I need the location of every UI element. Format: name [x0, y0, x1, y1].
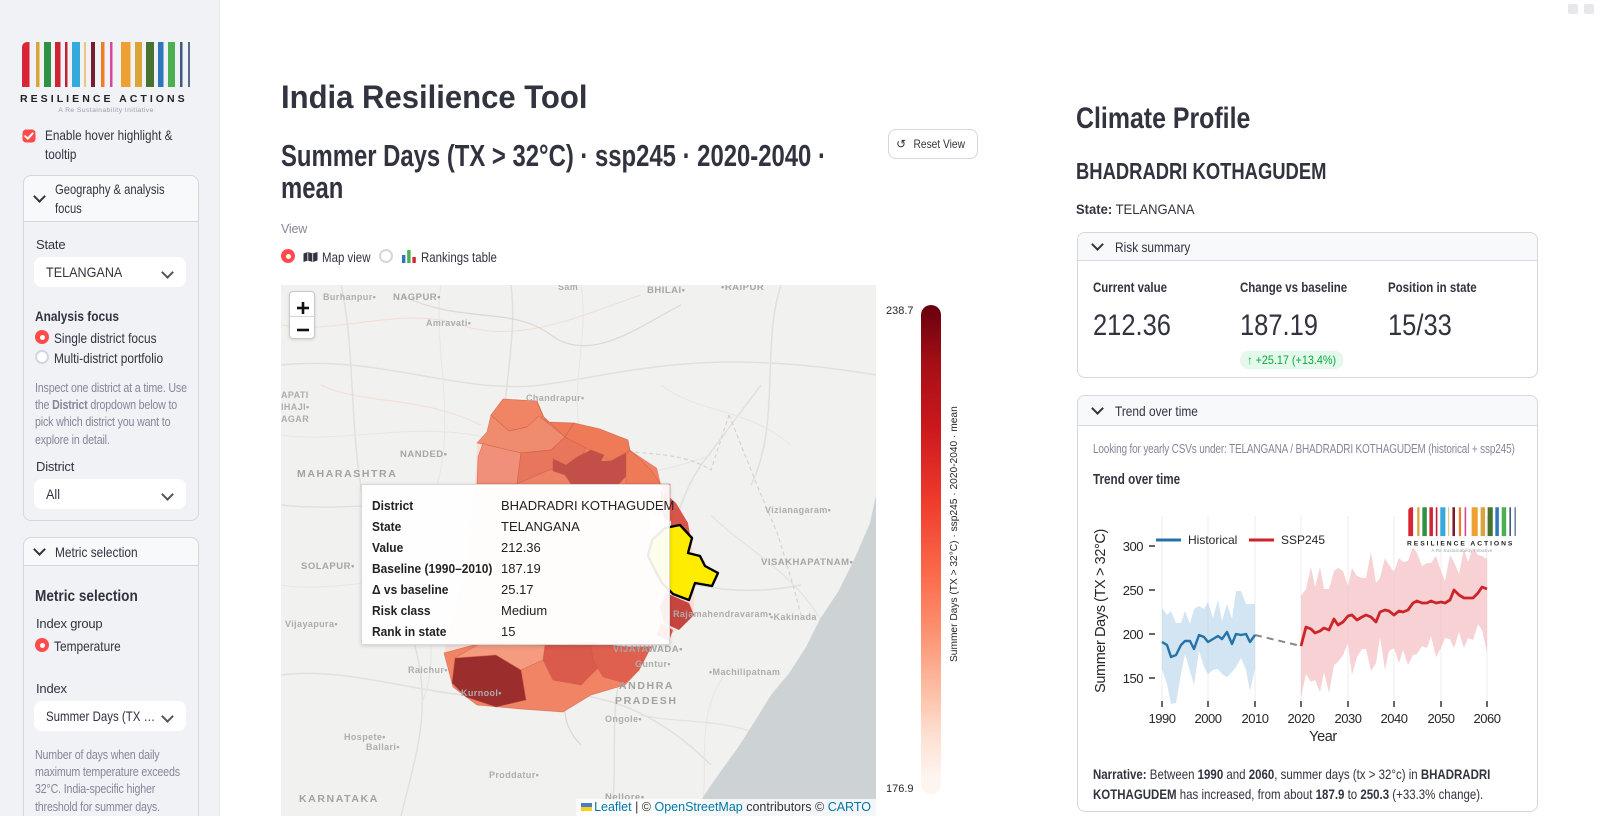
svg-text:NAGPUR•: NAGPUR•: [393, 292, 441, 303]
svg-text:Hospete•: Hospete•: [344, 732, 386, 742]
svg-text:RESILIENCE ACTIONS: RESILIENCE ACTIONS: [20, 93, 188, 105]
svg-text:ANDHRA: ANDHRA: [619, 680, 674, 692]
svg-text:Sam: Sam: [558, 285, 578, 292]
svg-text:200: 200: [1123, 627, 1143, 642]
svg-text:Guntur•: Guntur•: [635, 659, 671, 669]
svg-text:Vizianagaram•: Vizianagaram•: [765, 505, 831, 515]
svg-text:A Re Sustainability Initiative: A Re Sustainability Initiative: [58, 107, 154, 114]
svg-text:Raichur•: Raichur•: [408, 665, 448, 675]
svg-text:2020: 2020: [1288, 711, 1315, 726]
svg-text:Amravati•: Amravati•: [426, 318, 471, 328]
svg-text:SOLAPUR•: SOLAPUR•: [301, 561, 355, 572]
svg-text:RESILIENCE ACTIONS: RESILIENCE ACTIONS: [1407, 541, 1514, 548]
svg-text:250: 250: [1123, 583, 1143, 598]
svg-text:A Re Sustainability Initiative: A Re Sustainability Initiative: [1432, 548, 1493, 553]
svg-text:•RAIPUR: •RAIPUR: [721, 285, 764, 293]
svg-text:NANDED•: NANDED•: [400, 449, 448, 460]
svg-text:PRADESH: PRADESH: [615, 695, 678, 707]
svg-text:2000: 2000: [1195, 711, 1222, 726]
svg-text:1990: 1990: [1149, 711, 1176, 726]
svg-text:BHILAI•: BHILAI•: [647, 285, 686, 296]
svg-text:Ballari•: Ballari•: [366, 742, 400, 752]
svg-text:Rajamahendravaram•: Rajamahendravaram•: [673, 609, 772, 619]
svg-text:APATI: APATI: [281, 390, 309, 400]
svg-text:AGAR: AGAR: [281, 414, 309, 424]
svg-text:2030: 2030: [1335, 711, 1362, 726]
svg-text:Historical: Historical: [1188, 533, 1237, 547]
svg-text:300: 300: [1123, 539, 1143, 554]
svg-text:Vijayapura•: Vijayapura•: [285, 619, 338, 629]
svg-text:Ongole•: Ongole•: [605, 714, 642, 724]
svg-text:2050: 2050: [1428, 711, 1455, 726]
svg-text:Proddatur•: Proddatur•: [489, 770, 539, 780]
svg-text:Year: Year: [1309, 729, 1337, 745]
svg-text:SSP245: SSP245: [1281, 533, 1325, 547]
svg-text:VISAKHAPATNAM•: VISAKHAPATNAM•: [761, 557, 853, 568]
svg-text:2040: 2040: [1381, 711, 1408, 726]
svg-text:Summer Days (TX > 32°C): Summer Days (TX > 32°C): [1093, 529, 1109, 693]
svg-text:Burhanpur•: Burhanpur•: [323, 292, 376, 302]
svg-text:•Kakinada: •Kakinada: [770, 612, 817, 622]
svg-text:KARNATAKA: KARNATAKA: [299, 793, 379, 805]
svg-text:2010: 2010: [1242, 711, 1269, 726]
svg-text:MAHARASHTRA: MAHARASHTRA: [297, 468, 397, 480]
svg-text:2060: 2060: [1474, 711, 1501, 726]
svg-text:•Machilipatnam: •Machilipatnam: [709, 667, 780, 677]
svg-text:150: 150: [1123, 671, 1143, 686]
svg-text:IHAJI•: IHAJI•: [281, 402, 310, 412]
svg-text:VIJAYAWADA•: VIJAYAWADA•: [613, 644, 683, 655]
svg-text:Kurnool•: Kurnool•: [461, 688, 502, 698]
svg-text:Chandrapur•: Chandrapur•: [526, 393, 585, 403]
